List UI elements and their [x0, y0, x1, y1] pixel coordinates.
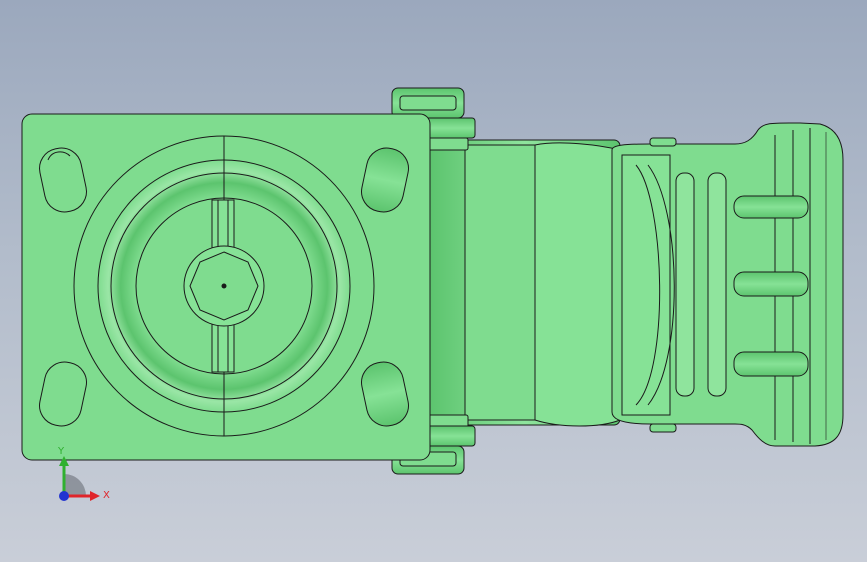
fork-body — [429, 139, 621, 427]
brake-pedal — [611, 122, 844, 447]
z-axis-dot-icon — [59, 491, 69, 501]
axis-triad: Y X — [57, 446, 110, 501]
x-axis-arrow-icon — [90, 491, 100, 501]
cad-viewport[interactable]: Y X — [0, 0, 867, 562]
y-axis-label: Y — [57, 446, 65, 457]
swivel-race — [73, 135, 375, 437]
y-axis-arrow-icon — [59, 456, 69, 466]
x-axis-label: X — [103, 490, 110, 501]
caster-wheel-model[interactable] — [0, 0, 867, 562]
